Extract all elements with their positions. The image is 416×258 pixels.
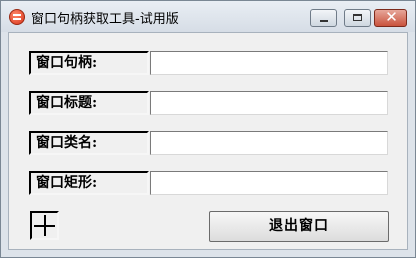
maximize-icon <box>353 14 362 21</box>
exit-button[interactable]: 退出窗口 <box>209 211 389 242</box>
handle-field[interactable] <box>150 51 388 75</box>
title-bar[interactable]: 窗口句柄获取工具-试用版 ✕ <box>1 1 415 32</box>
close-button[interactable]: ✕ <box>374 8 407 27</box>
title-field[interactable] <box>150 91 388 115</box>
class-name-field[interactable] <box>150 131 388 155</box>
rect-field[interactable] <box>150 171 388 195</box>
title-label: 窗口标题: <box>29 91 149 115</box>
window-title: 窗口句柄获取工具-试用版 <box>31 12 179 27</box>
close-icon: ✕ <box>385 8 398 26</box>
client-area: 窗口句柄: 窗口标题: 窗口类名: 窗口矩形: 退出窗口 <box>8 32 408 250</box>
maximize-button[interactable] <box>344 9 371 27</box>
app-icon <box>9 9 25 25</box>
class-name-label: 窗口类名: <box>29 131 149 155</box>
handle-label: 窗口句柄: <box>29 51 149 75</box>
minimize-button[interactable] <box>310 9 337 27</box>
crosshair-icon[interactable] <box>30 211 59 240</box>
minimize-icon <box>320 20 328 22</box>
crosshair-horizontal <box>34 225 55 227</box>
main-window: 窗口句柄获取工具-试用版 ✕ 窗口句柄: 窗口标题: 窗口类名: 窗口矩形: 退… <box>0 0 416 258</box>
rect-label: 窗口矩形: <box>29 171 149 195</box>
